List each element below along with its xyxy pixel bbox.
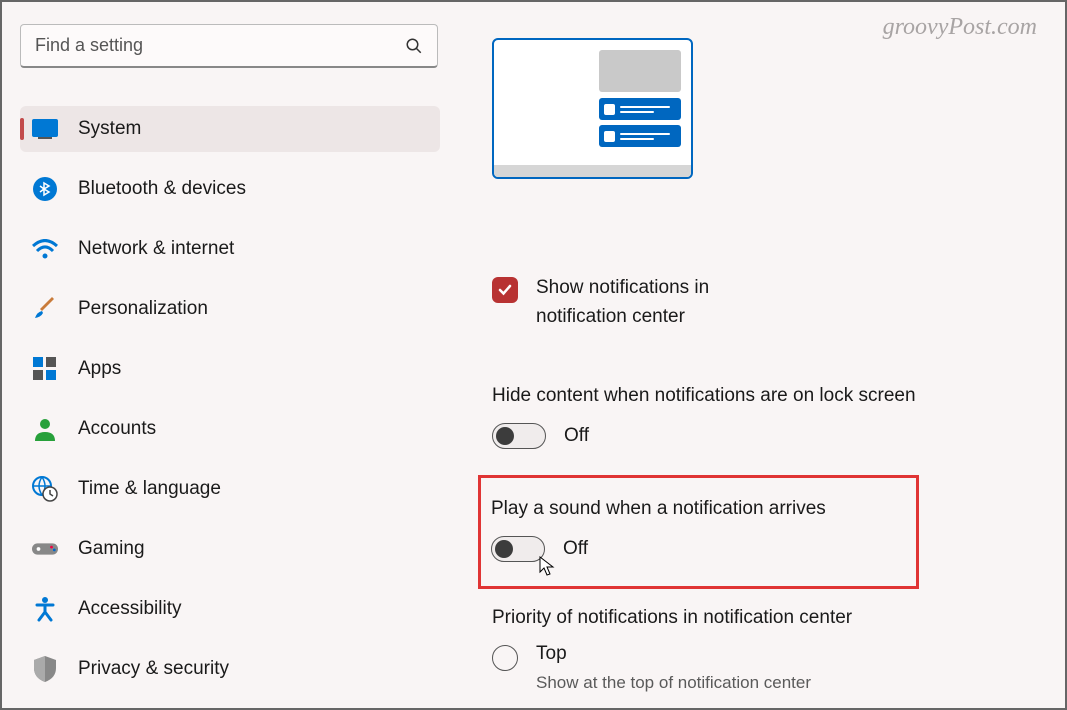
notification-preview[interactable] [492,38,693,179]
hide-content-setting: Hide content when notifications are on l… [492,385,1065,449]
accessibility-icon [32,596,58,622]
sidebar-item-network[interactable]: Network & internet [20,226,440,272]
sidebar: System Bluetooth & devices Network & int… [20,24,440,708]
hide-content-toggle[interactable] [492,423,546,449]
main-content: Show notifications in notification cente… [440,24,1065,708]
play-sound-highlight: Play a sound when a notification arrives… [478,475,919,589]
sidebar-label: Gaming [78,538,145,560]
hide-content-title: Hide content when notifications are on l… [492,385,1065,407]
nav-list: System Bluetooth & devices Network & int… [20,106,440,692]
sidebar-item-personalization[interactable]: Personalization [20,286,440,332]
sidebar-item-system[interactable]: System [20,106,440,152]
sidebar-label: Network & internet [78,238,234,260]
sidebar-item-gaming[interactable]: Gaming [20,526,440,572]
sidebar-item-accounts[interactable]: Accounts [20,406,440,452]
brush-icon [32,296,58,322]
show-notifications-row: Show notifications in notification cente… [492,274,1065,331]
sidebar-label: Accessibility [78,598,181,620]
play-sound-toggle[interactable] [491,536,545,562]
sidebar-item-privacy[interactable]: Privacy & security [20,646,440,692]
sidebar-label: System [78,118,141,140]
sidebar-label: Privacy & security [78,658,229,680]
priority-setting: Priority of notifications in notificatio… [492,607,1065,693]
hide-content-state: Off [564,425,589,447]
play-sound-state: Off [563,538,588,560]
search-box[interactable] [20,24,438,68]
priority-option-desc: Show at the top of notification center [536,673,811,693]
sidebar-label: Time & language [78,478,221,500]
watermark: groovyPost.com [883,14,1037,41]
person-icon [32,416,58,442]
sidebar-item-apps[interactable]: Apps [20,346,440,392]
sidebar-item-accessibility[interactable]: Accessibility [20,586,440,632]
priority-title: Priority of notifications in notificatio… [492,607,1065,629]
system-icon [32,116,58,142]
sidebar-label: Personalization [78,298,208,320]
sidebar-item-bluetooth[interactable]: Bluetooth & devices [20,166,440,212]
cursor-icon [539,556,557,578]
wifi-icon [32,236,58,262]
priority-option-label: Top [536,643,811,665]
sidebar-label: Apps [78,358,121,380]
show-notifications-label: Show notifications in notification cente… [536,274,766,331]
search-input[interactable] [35,35,405,56]
apps-icon [32,356,58,382]
gamepad-icon [32,536,58,562]
bluetooth-icon [32,176,58,202]
play-sound-title: Play a sound when a notification arrives [491,498,906,520]
priority-top-radio[interactable] [492,645,518,671]
globe-clock-icon [32,476,58,502]
shield-icon [32,656,58,682]
show-notifications-checkbox[interactable] [492,277,518,303]
sidebar-item-time[interactable]: Time & language [20,466,440,512]
search-icon [405,37,423,55]
check-icon [497,282,513,298]
sidebar-label: Accounts [78,418,156,440]
sidebar-label: Bluetooth & devices [78,178,246,200]
